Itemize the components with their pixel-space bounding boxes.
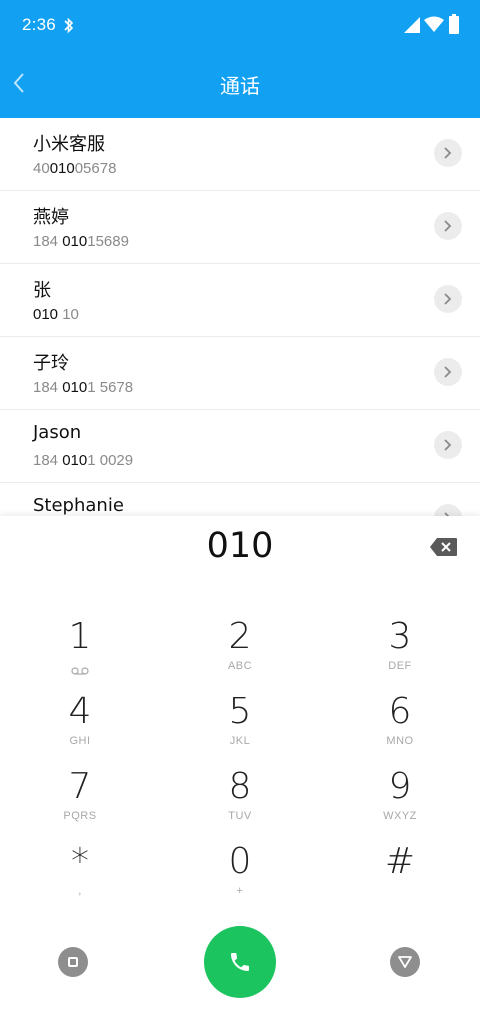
dial-key-2[interactable]: 2 ABC	[180, 616, 300, 686]
dial-key-digit: 0	[228, 841, 252, 882]
chevron-right-icon	[444, 220, 452, 232]
status-time: 2:36	[22, 15, 56, 34]
number-match-segment: 010	[62, 379, 88, 396]
dialer-bottom-bar	[0, 920, 480, 1000]
number-segment: 184	[33, 379, 63, 396]
header: 通话	[0, 52, 480, 118]
dial-key-3[interactable]: 3 DEF	[340, 616, 460, 686]
contact-list[interactable]: 小米客服 4001005678 燕婷 184 01015689 张 010 10 子玲 184…	[0, 118, 480, 518]
number-match-segment: 010	[33, 306, 59, 323]
contact-number: 010 10	[33, 306, 79, 323]
dial-key-8[interactable]: 8 TUV	[180, 766, 300, 836]
wifi-icon	[424, 16, 444, 32]
dial-key-digit: *	[71, 841, 89, 882]
top-bar: 2:36 通话	[0, 0, 480, 118]
dial-key-letters: ,	[78, 885, 82, 897]
dial-key-digit: 6	[388, 691, 412, 732]
dial-key-4[interactable]: 4 GHI	[20, 691, 140, 761]
contact-row[interactable]: Stephanie	[0, 483, 480, 518]
number-segment: 15689	[87, 233, 129, 250]
contact-name: 子玲	[33, 353, 69, 374]
dial-key-digit: 5	[228, 691, 252, 732]
dial-key-hash[interactable]: #	[340, 841, 460, 911]
dial-key-letters: ABC	[227, 660, 253, 672]
dial-key-digit: 3	[388, 616, 412, 657]
dial-key-star[interactable]: *,	[20, 841, 140, 911]
battery-icon	[449, 14, 459, 34]
number-segment: 10	[58, 306, 79, 323]
dial-key-letters: PQRS	[63, 810, 97, 822]
number-match-segment: 010	[62, 452, 88, 469]
contact-row[interactable]: 张 010 10	[0, 264, 480, 337]
contact-detail-button[interactable]	[434, 285, 462, 313]
dialer-panel: 010 1 2 ABC 3 DEF 4 GHI 5 JKL 6 MNO 7 PQRS 8 TUV 9 WXYZ *…	[0, 516, 480, 1013]
number-segment: 1 0029	[87, 452, 134, 469]
dial-key-digit: 4	[68, 691, 92, 732]
dial-key-0[interactable]: 0 +	[180, 841, 300, 911]
dial-key-letters: WXYZ	[383, 810, 417, 822]
contact-name: Stephanie	[33, 495, 124, 516]
contact-number: 4001005678	[33, 160, 116, 177]
contact-number: 184 01015689	[33, 233, 129, 250]
number-segment: 40	[33, 160, 50, 177]
dial-key-6[interactable]: 6 MNO	[340, 691, 460, 761]
call-button[interactable]	[204, 926, 276, 998]
voicemail-icon	[71, 660, 89, 675]
phone-icon	[231, 953, 249, 971]
dial-key-7[interactable]: 7 PQRS	[20, 766, 140, 836]
contact-row[interactable]: 小米客服 4001005678	[0, 118, 480, 191]
dial-key-digit: #	[384, 841, 416, 882]
contact-number: 184 0101 5678	[33, 379, 133, 396]
triangle-down-icon	[398, 956, 412, 968]
number-segment: 05678	[74, 160, 117, 177]
dial-key-letters: DEF	[388, 660, 412, 672]
dial-key-letters: TUV	[228, 810, 252, 822]
contact-row[interactable]: 子玲 184 0101 5678	[0, 337, 480, 410]
contact-detail-button[interactable]	[434, 358, 462, 386]
dial-key-letters: +	[236, 885, 244, 897]
number-segment: 184	[33, 233, 63, 250]
contact-detail-button[interactable]	[434, 431, 462, 459]
backspace-button[interactable]	[430, 537, 458, 557]
bluetooth-icon	[64, 16, 74, 36]
chevron-right-icon	[444, 147, 452, 159]
dial-key-5[interactable]: 5 JKL	[180, 691, 300, 761]
page-title: 通话	[220, 74, 260, 98]
status-bar: 2:36	[0, 0, 480, 52]
number-match-segment: 010	[49, 160, 75, 177]
contact-detail-button[interactable]	[434, 139, 462, 167]
dial-key-1[interactable]: 1	[20, 616, 140, 686]
contact-number: 184 0101 0029	[33, 452, 133, 469]
chevron-right-icon	[444, 439, 452, 451]
dial-key-digit: 7	[68, 766, 92, 807]
chevron-right-icon	[444, 366, 452, 378]
collapse-keypad-button[interactable]	[390, 947, 420, 977]
dial-key-digit: 9	[388, 766, 412, 807]
contact-name: 燕婷	[33, 207, 69, 228]
contact-name: Jason	[33, 422, 82, 443]
number-segment: 1 5678	[87, 379, 134, 396]
dial-key-digit: 8	[228, 766, 252, 807]
dial-key-digit: 1	[68, 616, 92, 657]
signal-icon	[404, 17, 420, 33]
dial-key-digit: 2	[228, 616, 252, 657]
square-button[interactable]	[58, 947, 88, 977]
dial-input[interactable]: 010	[90, 526, 390, 566]
contact-detail-button[interactable]	[434, 212, 462, 240]
number-match-segment: 010	[62, 233, 88, 250]
dial-key-9[interactable]: 9 WXYZ	[340, 766, 460, 836]
dial-key-letters: MNO	[386, 735, 414, 747]
dial-key-letters: JKL	[229, 735, 251, 747]
contact-name: 小米客服	[33, 134, 105, 155]
number-segment: 184	[33, 452, 63, 469]
contact-row[interactable]: Jason 184 0101 0029	[0, 410, 480, 483]
square-icon	[68, 957, 78, 967]
contact-row[interactable]: 燕婷 184 01015689	[0, 191, 480, 264]
chevron-right-icon	[444, 293, 452, 305]
contact-name: 张	[33, 280, 51, 301]
dial-key-letters: GHI	[69, 735, 91, 747]
backspace-icon	[430, 538, 457, 556]
